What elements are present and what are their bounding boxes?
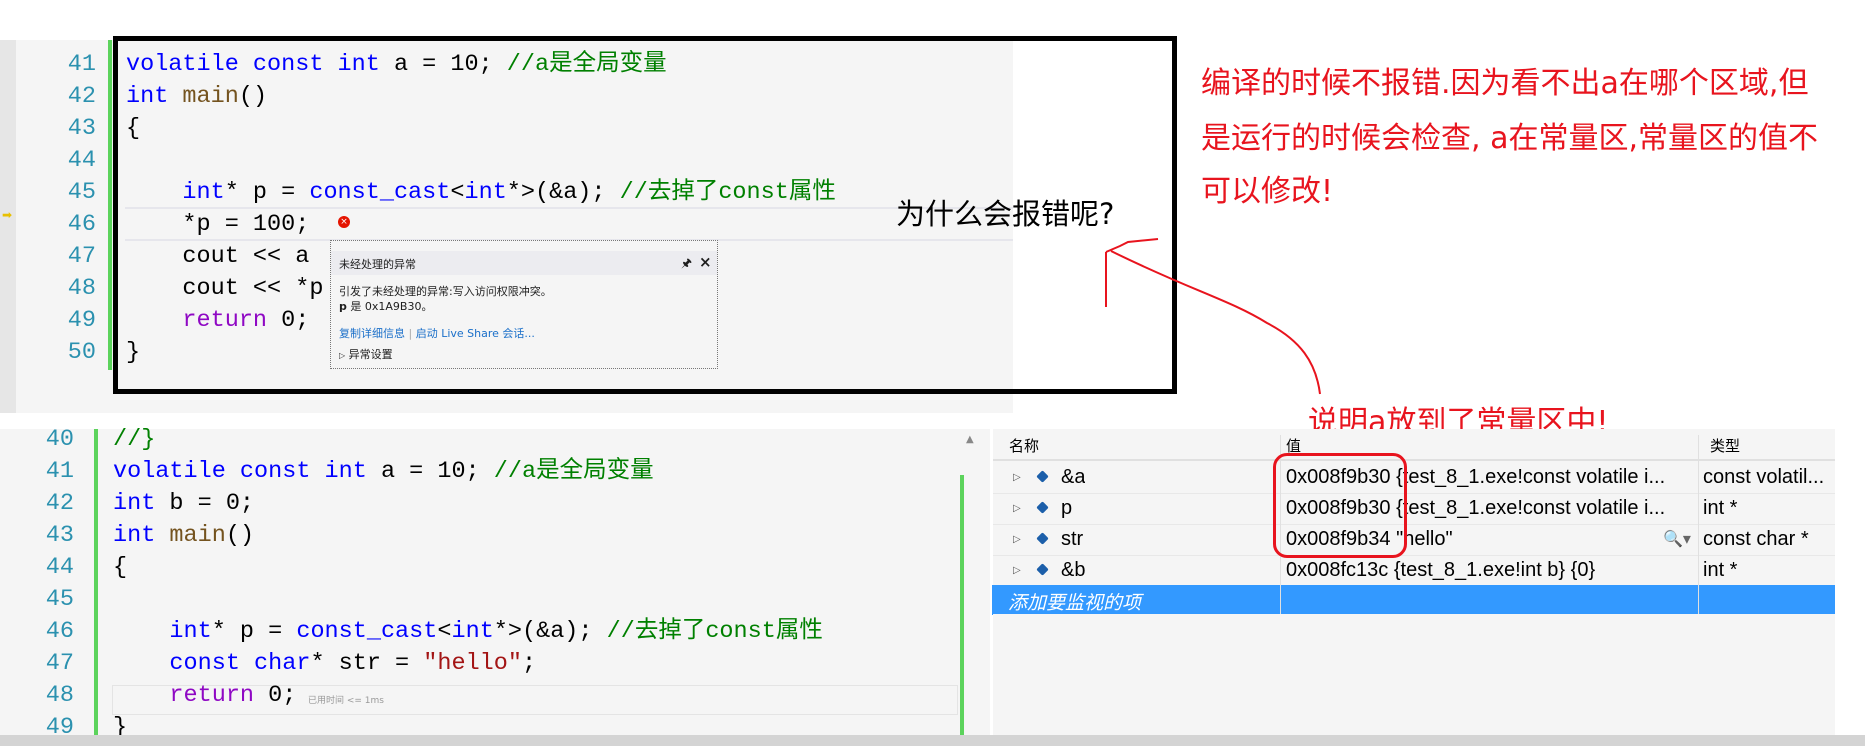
watch-type: const char * — [1703, 528, 1809, 550]
code-token: int — [451, 618, 494, 645]
watch-header: 名称 值 类型 — [993, 435, 1835, 461]
code-token: int — [113, 522, 156, 549]
code-line[interactable]: { — [113, 552, 823, 584]
column-divider — [1280, 585, 1281, 614]
type-column-divider — [1698, 435, 1699, 585]
code-line[interactable]: int main() — [113, 520, 823, 552]
watch-row[interactable]: ▷ &b 0x008fc13c {test_8_1.exe!int b} {0} in… — [993, 555, 1835, 587]
code-token: volatile const int — [113, 458, 367, 485]
variable-cube-icon — [1036, 470, 1049, 483]
watch-name: str — [1061, 528, 1084, 550]
watch-panel: 名称 值 类型 ▷ &a 0x008f9b30 {test_8_1.exe!cons… — [993, 429, 1835, 735]
column-header-name[interactable]: 名称 — [1009, 435, 1039, 459]
watch-type: const volatil... — [1703, 466, 1825, 488]
watch-value-rest: {test_8_1.exe!int b} {0} — [1388, 559, 1596, 581]
code-token: const_cast — [296, 618, 438, 645]
line-number: 44 — [45, 554, 74, 581]
variable-cube-icon — [1036, 563, 1049, 576]
code-token: * str = — [310, 650, 424, 677]
code-token: < — [437, 618, 452, 645]
code-token: { — [113, 554, 128, 581]
code-line[interactable]: //} — [113, 424, 823, 456]
bottom-code-lines: //} volatile const int a = 10; //a是全局变量 in… — [113, 424, 823, 744]
arrow-head-diagonal — [1105, 238, 1159, 253]
code-token: //} — [113, 426, 156, 453]
code-token: //去掉了const属性 — [606, 618, 823, 645]
line-number: 48 — [45, 682, 74, 709]
arrow-curve — [1110, 250, 1321, 395]
code-token: * p = — [211, 618, 297, 645]
line-number: 40 — [45, 426, 74, 453]
code-token: 0; — [254, 682, 297, 709]
line-number: 41 — [45, 458, 74, 485]
bottom-change-bar — [94, 429, 98, 735]
code-line[interactable]: const char* str = "hello"; — [113, 648, 823, 680]
expand-arrow-icon[interactable]: ▷ — [1013, 555, 1021, 586]
code-token: int — [113, 618, 212, 645]
code-line[interactable]: int b = 0; — [113, 488, 823, 520]
variable-cube-icon — [1036, 501, 1049, 514]
watch-value-rest: {test_8_1.exe!const volatile i... — [1390, 497, 1666, 519]
line-number: 47 — [45, 650, 74, 677]
watch-type: int * — [1703, 559, 1738, 581]
text-visualizer-icon[interactable]: 🔍▾ — [1663, 524, 1691, 555]
horizontal-scrollbar[interactable] — [0, 735, 1865, 746]
column-divider — [1698, 585, 1699, 614]
line-number: 43 — [45, 522, 74, 549]
code-line[interactable]: return 0; — [113, 680, 823, 712]
code-token: () — [225, 522, 255, 549]
expand-arrow-icon[interactable]: ▷ — [1013, 524, 1021, 555]
watch-value-rest: {test_8_1.exe!const volatile i... — [1390, 466, 1666, 488]
watch-row[interactable]: ▷ str 0x008f9b34 "hello" 🔍▾ const char * — [993, 524, 1835, 556]
code-token: a = 10; — [366, 458, 494, 485]
line-number: 45 — [45, 586, 74, 613]
code-line[interactable]: int* p = const_cast<int*>(&a); //去掉了cons… — [113, 616, 823, 648]
expand-arrow-icon[interactable]: ▷ — [1013, 462, 1021, 493]
code-token: return — [113, 682, 255, 709]
code-token: const char — [113, 650, 311, 677]
variable-cube-icon — [1036, 532, 1049, 545]
scroll-up-arrow[interactable]: ▲ — [966, 434, 974, 445]
elapsed-time-hint: 已用时间 <= 1ms — [308, 696, 384, 706]
watch-type: int * — [1703, 497, 1738, 519]
watch-row[interactable]: ▷ &a 0x008f9b30 {test_8_1.exe!const volati… — [993, 462, 1835, 494]
address-highlight-box — [1273, 453, 1407, 558]
add-watch-placeholder: 添加要监视的项 — [1008, 593, 1142, 614]
bottom-right-change-bar — [960, 475, 964, 735]
add-watch-row[interactable]: 添加要监视的项 — [993, 585, 1835, 614]
bottom-line-numbers: 40 41 42 43 44 45 46 47 48 49 — [30, 424, 74, 744]
watch-name: &a — [1061, 466, 1086, 488]
code-line[interactable]: volatile const int a = 10; //a是全局变量 — [113, 456, 823, 488]
watch-row[interactable]: ▷ p 0x008f9b30 {test_8_1.exe!const volatil… — [993, 493, 1835, 525]
code-token: b = 0; — [155, 490, 255, 517]
watch-address: 0x008fc13c — [1286, 559, 1389, 581]
code-token: "hello" — [423, 650, 522, 677]
watch-value: 0x008fc13c {test_8_1.exe!int b} {0} — [1286, 555, 1691, 586]
code-token: //a是全局变量 — [493, 458, 654, 485]
code-token: *>(&a); — [493, 618, 607, 645]
watch-name: p — [1061, 497, 1073, 519]
expand-arrow-icon[interactable]: ▷ — [1013, 493, 1021, 524]
line-number: 42 — [45, 490, 74, 517]
column-header-type[interactable]: 类型 — [1710, 435, 1740, 459]
code-token: ; — [521, 650, 537, 677]
line-number: 46 — [45, 618, 74, 645]
code-token: main — [169, 522, 226, 549]
code-token: int — [113, 490, 156, 517]
code-line[interactable] — [113, 584, 823, 616]
watch-name: &b — [1061, 559, 1086, 581]
